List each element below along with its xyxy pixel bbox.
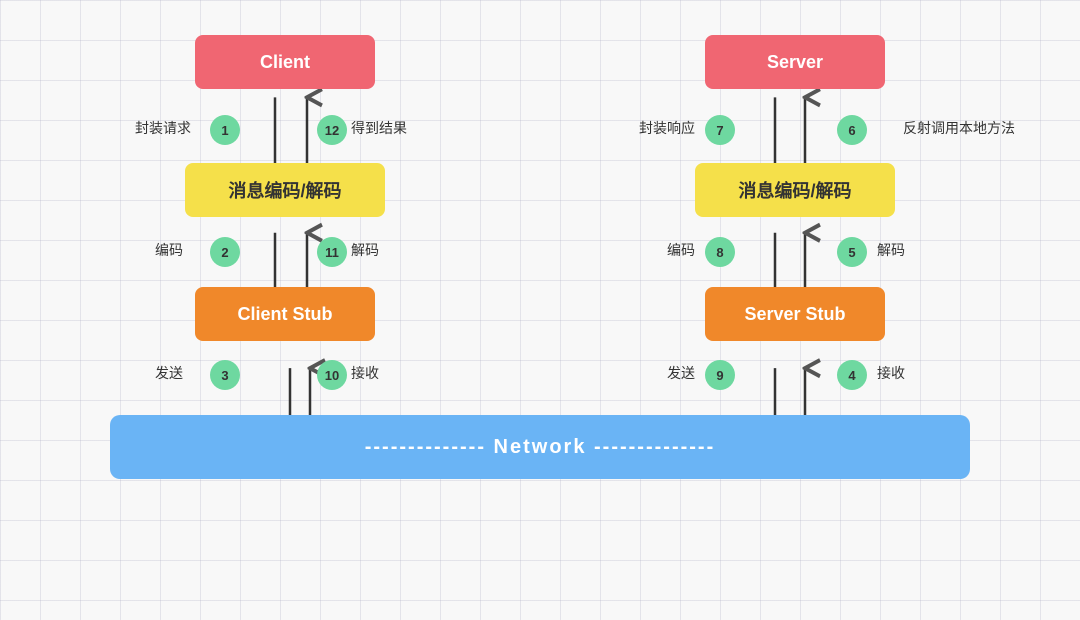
main-layout: Client 1 封装请求 12 得到结果 消息编码/解码 2 编码 11 [0,0,1080,620]
step-6-label: 反射调用本地方法 [903,118,1015,138]
server-label: Server [767,52,823,73]
step-4-badge: 4 [837,360,867,390]
step-3-badge: 3 [210,360,240,390]
codec-left-box: 消息编码/解码 [185,163,385,217]
step-5-badge: 5 [837,237,867,267]
step-10-label: 接收 [351,363,379,383]
diagram: Client 1 封装请求 12 得到结果 消息编码/解码 2 编码 11 [55,15,1025,600]
step-4-label: 接收 [877,363,905,383]
step-9-label: 发送 [667,363,695,383]
step-11-label: 解码 [351,240,379,260]
client-stub-label: Client Stub [238,304,333,325]
step-11-badge: 11 [317,237,347,267]
codec-right-label: 消息编码/解码 [738,177,851,203]
step-12-badge: 12 [317,115,347,145]
codec-right-box: 消息编码/解码 [695,163,895,217]
client-stub-box: Client Stub [195,287,375,341]
step-7-badge: 7 [705,115,735,145]
step-2-label: 编码 [155,240,183,260]
step-3-label: 发送 [155,363,183,383]
server-stub-label: Server Stub [744,304,845,325]
server-stub-box: Server Stub [705,287,885,341]
step-12-label: 得到结果 [351,118,407,138]
step-2-badge: 2 [210,237,240,267]
network-bar: -------------- Network -------------- [110,415,970,479]
step-7-label: 封装响应 [639,118,695,138]
server-box: Server [705,35,885,89]
step-1-label: 封装请求 [135,118,191,138]
step-1-badge: 1 [210,115,240,145]
step-8-badge: 8 [705,237,735,267]
step-5-label: 解码 [877,240,905,260]
client-box: Client [195,35,375,89]
step-8-label: 编码 [667,240,695,260]
step-9-badge: 9 [705,360,735,390]
codec-left-label: 消息编码/解码 [228,177,341,203]
client-label: Client [260,52,310,73]
step-6-badge: 6 [837,115,867,145]
step-10-badge: 10 [317,360,347,390]
network-label: -------------- Network -------------- [365,436,716,459]
